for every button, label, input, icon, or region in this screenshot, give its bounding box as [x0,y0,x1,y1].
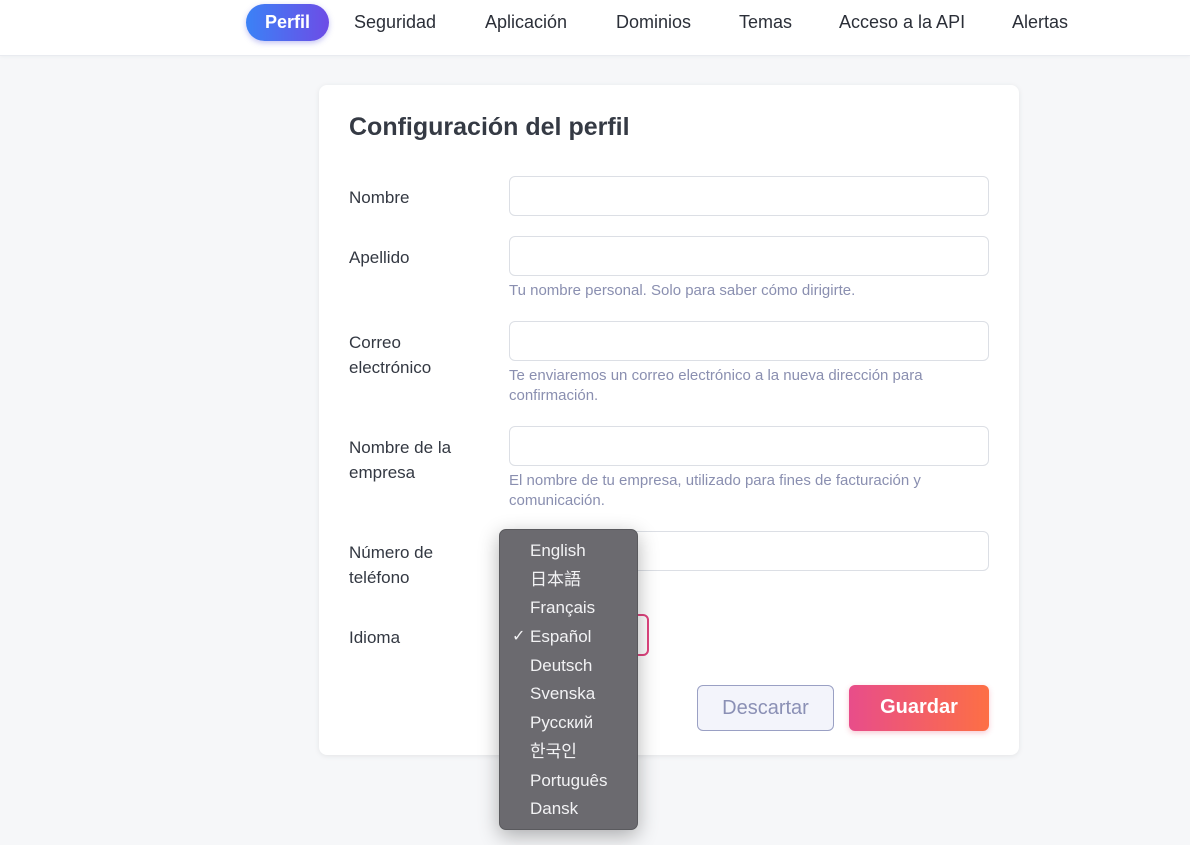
company-help: El nombre de tu empresa, utilizado para … [509,472,921,509]
discard-button[interactable]: Descartar [697,685,834,731]
language-option-japanese[interactable]: 日本語 [500,566,637,595]
first-name-input[interactable] [509,176,989,216]
tab-alertas[interactable]: Alertas [1012,4,1068,41]
email-help: Te enviaremos un correo electrónico a la… [509,367,923,404]
company-label: Nombre de la empresa [349,438,452,482]
language-option-spanish[interactable]: ✓ Español [500,623,637,652]
language-option-german[interactable]: Deutsch [500,652,637,681]
settings-tab-bar: Perfil Seguridad Aplicación Dominios Tem… [0,0,1190,56]
language-label: Idioma [349,628,401,647]
profile-settings-card: Configuración del perfil Nombre Apellido… [319,85,1019,755]
tab-perfil[interactable]: Perfil [246,4,330,41]
language-dropdown-menu: English 日本語 Français ✓ Español Deutsch Sv… [499,529,638,830]
checkmark-icon: ✓ [512,628,526,646]
language-option-english[interactable]: English [500,537,637,566]
tab-aplicacion[interactable]: Aplicación [485,4,567,41]
last-name-help: Tu nombre personal. Solo para saber cómo… [509,282,856,299]
tab-temas[interactable]: Temas [739,4,792,41]
save-button[interactable]: Guardar [849,685,989,731]
email-input[interactable] [509,321,989,361]
email-label: Correo electrónico [349,333,432,377]
tab-dominios[interactable]: Dominios [616,4,691,41]
language-option-french[interactable]: Français [500,594,637,623]
last-name-label: Apellido [349,248,410,267]
language-option-swedish[interactable]: Svenska [500,680,637,709]
language-option-danish[interactable]: Dansk [500,795,637,824]
first-name-label: Nombre [349,188,410,207]
language-option-korean[interactable]: 한국인 [500,738,637,767]
tab-seguridad[interactable]: Seguridad [354,4,436,41]
company-input[interactable] [509,426,989,466]
language-option-russian[interactable]: Русский [500,709,637,738]
phone-label: Número de teléfono [349,543,434,587]
tab-acceso-api[interactable]: Acceso a la API [839,4,965,41]
language-option-portuguese[interactable]: Português [500,767,637,796]
last-name-input[interactable] [509,236,989,276]
page-title: Configuración del perfil [349,113,630,141]
